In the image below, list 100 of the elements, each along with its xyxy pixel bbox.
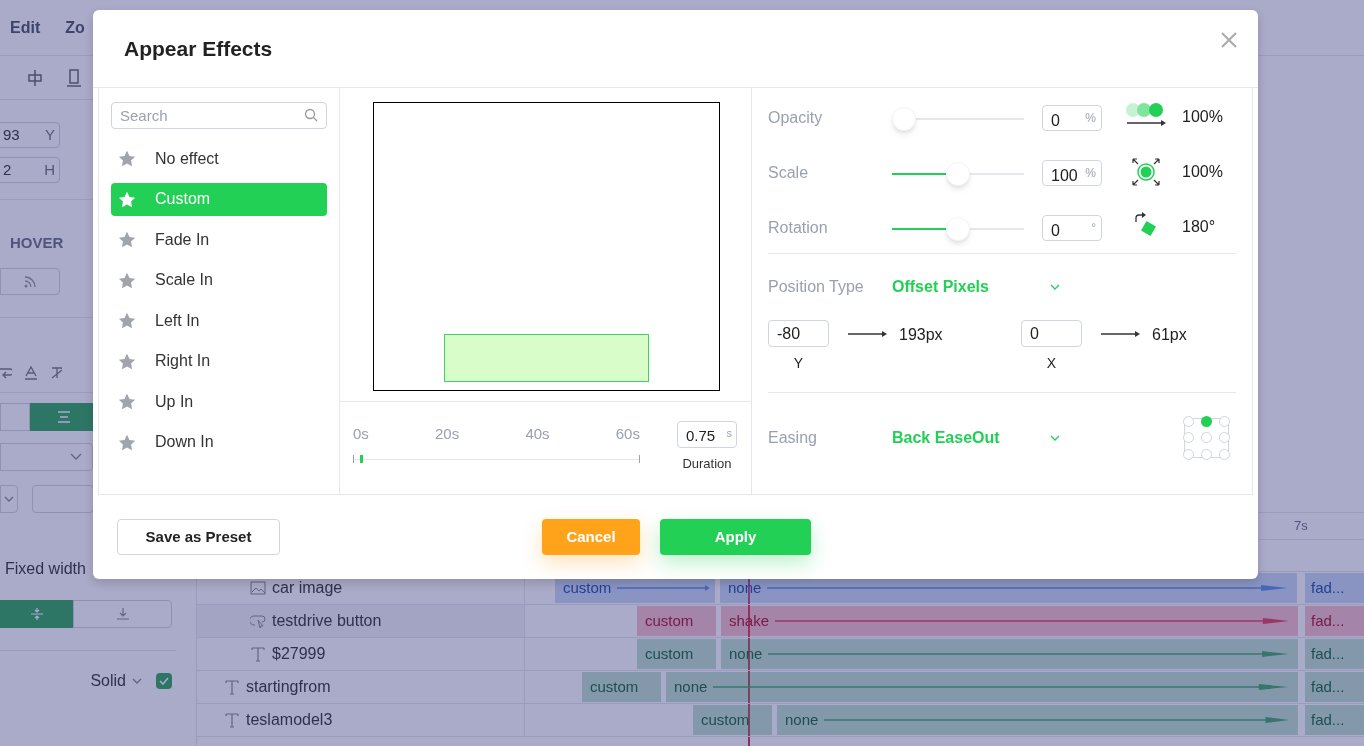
property-label: Easing [768,428,818,448]
duration-field[interactable]: 0.75 s [677,421,737,448]
checkbox[interactable] [156,673,172,689]
download-icon [115,607,130,621]
arrow-right-icon [848,330,888,338]
effect-item[interactable]: Left In [111,304,327,337]
anchor-point[interactable] [1219,432,1231,444]
property-label: Scale [768,163,810,183]
menu-item[interactable]: Edit [10,15,41,40]
property-label: Rotation [768,218,829,238]
check-icon [159,677,169,685]
chevron-down-icon [1050,283,1060,291]
time-slider[interactable] [353,454,640,463]
arrow-line-icon [617,584,711,592]
target-value: 100% [1182,162,1223,182]
close-icon[interactable] [1220,30,1238,49]
effect-item[interactable]: Up In [111,385,327,418]
number-field[interactable]: 0 ° [1042,215,1102,241]
wrap-icon [0,366,12,380]
text-color-icon [24,366,38,380]
target-value: 100% [1182,107,1223,127]
effect-item[interactable]: Fade In [111,223,327,256]
rss-icon [22,273,38,290]
star-icon [118,433,136,451]
save-preset-button[interactable]: Save as Preset [117,519,280,555]
align-left-button[interactable] [0,403,30,431]
image-icon [250,581,266,595]
number-field[interactable]: 93 Y [0,122,60,148]
slider-thumb[interactable] [892,107,916,131]
anchor-point[interactable] [1219,415,1231,427]
star-icon [118,393,136,410]
property-label: Position Type [768,277,865,297]
chevron-down-icon [70,453,82,461]
anchor-point[interactable] [1219,449,1231,461]
property-label: Opacity [768,108,824,128]
field-label: Duration [682,455,732,473]
layer-name[interactable]: car image [272,576,343,600]
chevron-down-icon [1050,434,1060,442]
time-tick: 20s [435,424,460,444]
slider-thumb[interactable] [946,162,970,186]
effect-item[interactable]: Right In [111,344,327,378]
pointer-button-icon [250,614,266,628]
border-style-dropdown[interactable]: Solid [90,669,142,693]
effect-item[interactable]: No effect [111,142,327,175]
clear-format-icon [50,366,64,380]
slider[interactable] [892,161,1024,187]
time-tick: 40s [525,424,550,444]
text-icon [250,646,266,662]
fixed-width-label: Fixed width [5,560,86,577]
text-icon [224,712,240,728]
anchor-point[interactable] [1201,432,1212,444]
shrink-button[interactable] [0,600,73,628]
slider[interactable] [892,106,1024,132]
align-icon [56,411,71,423]
effect-item[interactable]: Scale In [111,263,327,297]
number-field[interactable]: 100 % [1042,160,1102,186]
time-tick: 60s [615,424,640,444]
anchor-point[interactable] [1182,432,1194,444]
anchor-point[interactable] [1201,449,1212,461]
anchor-point[interactable] [1201,415,1212,427]
download-button[interactable] [73,600,172,628]
time-tick: 0s [353,424,369,444]
align-bottom-icon [66,68,82,87]
slider-handle[interactable] [359,454,363,463]
star-icon [118,352,136,370]
dialog-title: Appear Effects [124,35,273,62]
star-icon [118,271,136,289]
interaction-button[interactable] [0,268,60,295]
time-label: 7s [1294,517,1308,536]
expand-target-icon [1131,157,1161,187]
layer-name[interactable]: startingfrom [246,675,331,699]
offset-field[interactable]: 0 [1021,320,1082,347]
layer-name[interactable]: teslamodel3 [246,708,333,732]
search-field[interactable]: Search [111,102,327,129]
slider-thumb[interactable] [946,217,970,241]
anchor-point[interactable] [1182,415,1194,427]
arrow-right-icon [1101,330,1141,338]
align-center-icon [26,68,44,87]
effect-item[interactable]: Down In [111,425,327,459]
axis-label: X [1046,354,1057,373]
chevron-down-icon [4,495,14,503]
search-icon [304,108,318,122]
dropdown[interactable] [0,485,18,513]
offset-field[interactable]: -80 [768,320,829,347]
menu-item[interactable]: Zo [65,15,85,40]
star-icon [118,231,136,248]
layer-name[interactable]: $27999 [272,642,326,666]
slider[interactable] [892,216,1024,242]
target-value: 180° [1182,217,1216,237]
state-label[interactable]: HOVER [10,231,64,254]
star-icon [118,150,136,167]
star-icon [118,312,136,329]
axis-label: Y [793,354,804,373]
chevron-down-icon [132,677,142,685]
number-field[interactable]: 0 % [1042,105,1102,131]
anchor-point[interactable] [1182,449,1194,461]
rotate-square-icon [1133,212,1159,238]
compress-icon [29,607,44,621]
star-icon [118,190,136,208]
number-field[interactable]: 2 H [0,157,60,183]
